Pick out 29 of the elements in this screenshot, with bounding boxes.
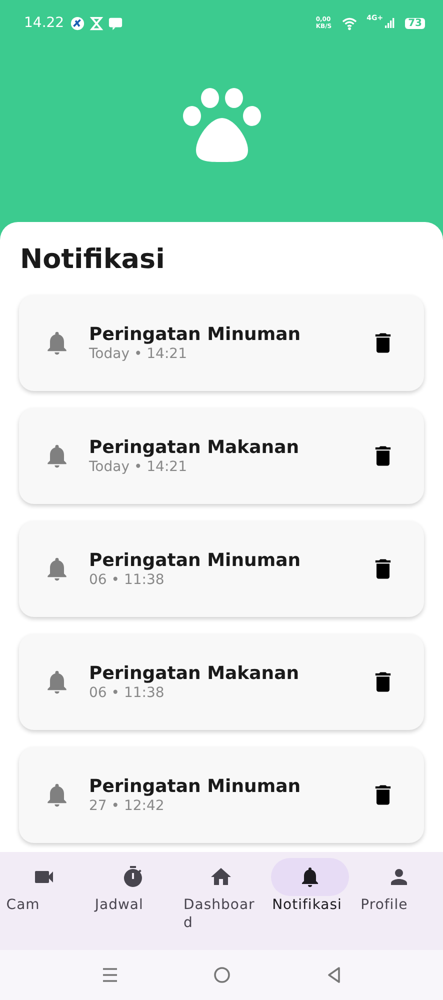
notification-time: Today • 14:21	[89, 346, 188, 362]
notification-time: Today • 14:21	[89, 459, 188, 475]
home-button-icon[interactable]	[212, 965, 232, 985]
page-title: Notifikasi	[20, 244, 166, 275]
notification-title: Peringatan Makanan	[89, 437, 300, 458]
hourglass-icon	[89, 16, 104, 30]
nav-tab[interactable]: Cam	[0, 852, 89, 950]
notification-card[interactable]: Peringatan Makanan Today • 14:21	[19, 408, 424, 504]
notification-title: Peringatan Makanan	[89, 663, 300, 684]
nav-tab[interactable]: Profile	[354, 852, 443, 950]
notification-card[interactable]: Peringatan Minuman 06 • 11:38	[19, 521, 424, 617]
notification-time: 27 • 12:42	[89, 798, 166, 814]
notification-card[interactable]: Peringatan Minuman Today • 14:21	[19, 295, 424, 391]
status-time: 14.22	[24, 15, 64, 31]
nav-tab[interactable]: Notifikasi	[266, 852, 354, 950]
notification-title: Peringatan Minuman	[89, 550, 302, 571]
notification-card[interactable]: Peringatan Minuman 27 • 12:42	[19, 747, 424, 843]
notification-title: Peringatan Minuman	[89, 776, 302, 797]
notification-card[interactable]: Peringatan Makanan 06 • 11:38	[19, 634, 424, 730]
notification-time: 06 • 11:38	[89, 572, 166, 588]
notification-time: 06 • 11:38	[89, 685, 166, 701]
notification-title: Peringatan Minuman	[89, 324, 302, 345]
nav-tab[interactable]: Dashboard	[177, 852, 266, 950]
message-icon	[108, 16, 124, 30]
wifi-icon	[342, 16, 357, 30]
battery-level: 73	[405, 18, 425, 28]
app-notification-icon	[70, 16, 86, 30]
signal-icon	[385, 18, 396, 28]
nav-tab[interactable]: Jadwal	[88, 852, 178, 950]
